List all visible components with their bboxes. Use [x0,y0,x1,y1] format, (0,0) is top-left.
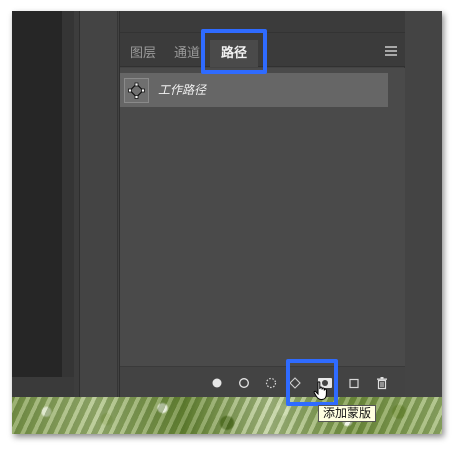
highlight-box-add-mask [286,359,338,406]
tab-channels[interactable]: 通道 [170,40,204,67]
tooltip: 添加蒙版 [318,405,377,422]
collapsed-panel-column [80,11,118,397]
path-thumbnail-icon [124,78,149,103]
document-image [12,397,442,434]
hand-pointer-icon [313,381,329,401]
canvas-edge [62,11,74,381]
path-name-label: 工作路径 [158,83,207,97]
right-panel-column [404,11,442,397]
paths-list: 工作路径 [120,68,405,366]
panel-footer-toolbar [120,366,405,397]
image-foliage-texture [12,397,442,434]
tab-layers[interactable]: 图层 [126,40,160,67]
canvas-area [12,11,62,381]
highlight-box-paths-tab [201,29,267,74]
circle-outline-icon[interactable] [237,375,251,389]
new-square-icon[interactable] [347,375,361,389]
screenshot-frame: 图层 通道 路径 工作路径 [12,11,442,434]
dotted-circle-icon[interactable] [264,375,278,389]
path-row-work-path[interactable]: 工作路径 [120,73,388,107]
trash-icon[interactable] [375,375,389,390]
canvas-bottom-strip [12,377,74,397]
panel-menu-icon[interactable] [385,46,397,56]
filled-circle-icon[interactable] [210,375,224,389]
